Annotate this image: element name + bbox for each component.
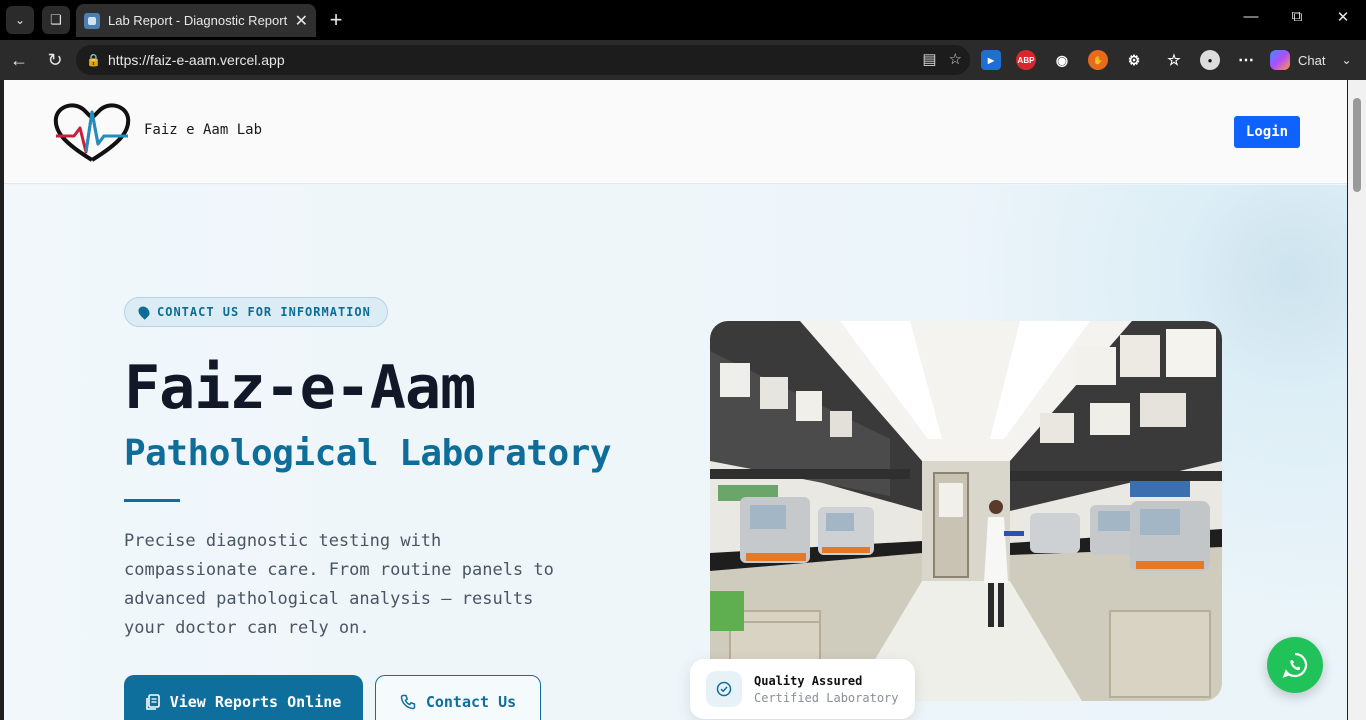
refresh-icon[interactable]: ↻ xyxy=(44,49,66,71)
accent-divider xyxy=(124,499,180,502)
whatsapp-icon xyxy=(1282,652,1308,678)
laboratory-photo xyxy=(710,321,1222,701)
close-window-button[interactable]: ✕ xyxy=(1328,8,1358,26)
login-button[interactable]: Login xyxy=(1234,116,1300,148)
restore-button[interactable]: ⧉ xyxy=(1282,8,1312,25)
tab-list-button[interactable]: ⌄ xyxy=(6,6,34,34)
contact-us-label: Contact Us xyxy=(425,693,517,711)
screen-share-icon[interactable]: ▶ xyxy=(981,50,1001,70)
minimize-button[interactable]: — xyxy=(1236,8,1266,25)
pill-text: CONTACT US FOR INFORMATION xyxy=(157,305,371,319)
address-bar[interactable]: 🔒 https://faiz-e-aam.vercel.app ▤ ☆ xyxy=(76,45,970,75)
whatsapp-button[interactable] xyxy=(1267,637,1323,693)
reader-mode-icon[interactable]: ▤ xyxy=(922,50,936,68)
url-text: https://faiz-e-aam.vercel.app xyxy=(108,52,285,68)
quality-badge-card: Quality Assured Certified Laboratory xyxy=(690,659,915,719)
view-reports-button[interactable]: View Reports Online xyxy=(124,675,363,720)
chevron-down-icon: ⌄ xyxy=(14,13,26,27)
close-tab-icon[interactable]: ✕ xyxy=(295,11,308,31)
workspaces-button[interactable]: ❏ xyxy=(42,6,70,34)
puzzle-icon[interactable]: ⚙ xyxy=(1124,50,1144,70)
more-menu-icon[interactable]: ⋯ xyxy=(1236,50,1256,70)
page-scrollbar[interactable] xyxy=(1348,80,1366,720)
favicon-icon xyxy=(84,12,100,29)
lock-icon: 🔒 xyxy=(86,53,101,67)
heart-pulse-logo-icon[interactable] xyxy=(52,102,132,166)
workspaces-icon: ❏ xyxy=(50,12,62,27)
chat-label: Chat xyxy=(1298,52,1326,68)
page-viewport: Faiz e Aam Lab Login CONTACT US FOR INFO… xyxy=(4,80,1347,720)
hand-icon[interactable]: ✋ xyxy=(1088,50,1108,70)
tab-bar: ⌄ ❏ Lab Report - Diagnostic Report Ma ✕ … xyxy=(0,0,1366,40)
contact-pill[interactable]: CONTACT US FOR INFORMATION xyxy=(124,297,388,327)
badge-title: Quality Assured xyxy=(754,673,863,688)
browser-toolbar: ← ↻ 🔒 https://faiz-e-aam.vercel.app ▤ ☆ … xyxy=(0,40,1366,80)
phone-icon xyxy=(400,694,416,710)
brand-name: Faiz e Aam Lab xyxy=(144,122,263,138)
contact-us-button[interactable]: Contact Us xyxy=(375,675,541,720)
profile-avatar[interactable]: ● xyxy=(1200,50,1220,70)
tab-active[interactable]: Lab Report - Diagnostic Report Ma ✕ xyxy=(76,4,316,37)
chevron-down-icon: ⌄ xyxy=(1341,53,1352,67)
hero-subtitle: Pathological Laboratory xyxy=(124,433,612,474)
site-header: Faiz e Aam Lab Login xyxy=(4,80,1347,184)
document-icon xyxy=(145,694,160,710)
scrollbar-thumb[interactable] xyxy=(1353,98,1361,192)
favorites-icon[interactable]: ☆ xyxy=(1164,50,1184,70)
badge-subtitle: Certified Laboratory xyxy=(754,690,899,705)
check-badge-icon xyxy=(706,671,742,707)
tab-title: Lab Report - Diagnostic Report Ma xyxy=(108,13,289,28)
location-pin-icon xyxy=(136,304,152,320)
favorite-star-icon[interactable]: ☆ xyxy=(949,50,962,68)
new-tab-button[interactable]: + xyxy=(324,8,348,32)
abp-icon[interactable]: ABP xyxy=(1016,50,1036,70)
hero-title: Faiz-e-Aam xyxy=(124,353,476,423)
camera-icon[interactable]: ◉ xyxy=(1052,50,1072,70)
copilot-icon xyxy=(1270,50,1290,70)
hero-description: Precise diagnostic testing with compassi… xyxy=(124,531,554,638)
view-reports-label: View Reports Online xyxy=(169,693,342,711)
chat-button[interactable]: Chat ⌄ xyxy=(1270,46,1360,74)
hero-section: CONTACT US FOR INFORMATION Faiz-e-Aam Pa… xyxy=(4,185,1347,720)
back-icon[interactable]: ← xyxy=(8,49,30,71)
